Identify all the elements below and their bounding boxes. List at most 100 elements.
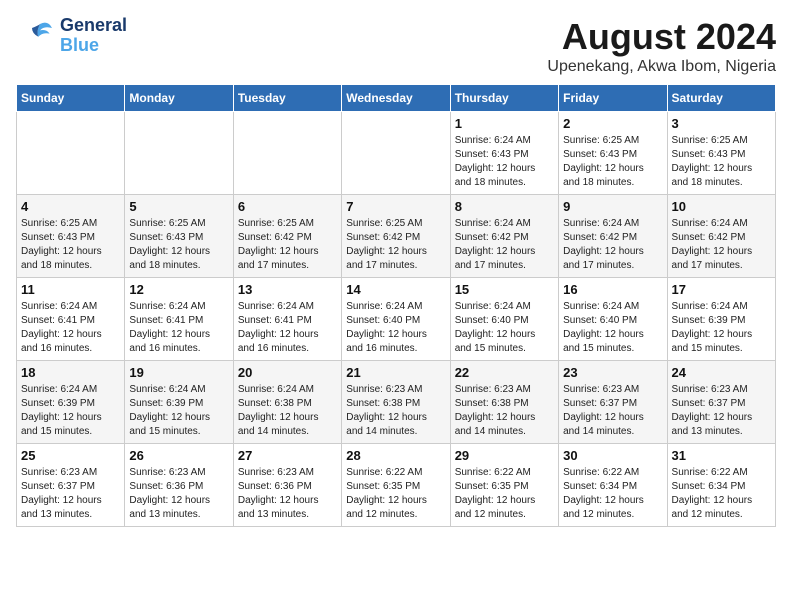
location-title: Upenekang, Akwa Ibom, Nigeria bbox=[547, 58, 776, 76]
calendar-cell: 26Sunrise: 6:23 AMSunset: 6:36 PMDayligh… bbox=[125, 444, 233, 527]
day-number: 1 bbox=[455, 116, 554, 131]
weekday-header-saturday: Saturday bbox=[667, 85, 775, 112]
day-info: Sunrise: 6:22 AMSunset: 6:35 PMDaylight:… bbox=[346, 466, 445, 522]
day-number: 15 bbox=[455, 282, 554, 297]
day-info: Sunrise: 6:24 AMSunset: 6:39 PMDaylight:… bbox=[129, 383, 228, 439]
day-info: Sunrise: 6:24 AMSunset: 6:41 PMDaylight:… bbox=[21, 300, 120, 356]
calendar-cell: 3 Sunrise: 6:25 AMSunset: 6:43 PMDaylight… bbox=[667, 112, 775, 195]
day-number: 14 bbox=[346, 282, 445, 297]
day-number: 7 bbox=[346, 199, 445, 214]
day-info: Sunrise: 6:24 AMSunset: 6:39 PMDaylight:… bbox=[21, 383, 120, 439]
day-info: Sunrise: 6:24 AMSunset: 6:40 PMDaylight:… bbox=[563, 300, 662, 356]
calendar: SundayMondayTuesdayWednesdayThursdayFrid… bbox=[16, 84, 776, 527]
day-number: 10 bbox=[672, 199, 771, 214]
day-number: 23 bbox=[563, 365, 662, 380]
weekday-header-wednesday: Wednesday bbox=[342, 85, 450, 112]
weekday-header-tuesday: Tuesday bbox=[233, 85, 341, 112]
calendar-cell bbox=[17, 112, 125, 195]
day-number: 9 bbox=[563, 199, 662, 214]
day-number: 3 bbox=[672, 116, 771, 131]
day-info: Sunrise: 6:25 AMSunset: 6:42 PMDaylight:… bbox=[238, 217, 337, 273]
day-info: Sunrise: 6:24 AMSunset: 6:40 PMDaylight:… bbox=[455, 300, 554, 356]
day-info: Sunrise: 6:25 AMSunset: 6:43 PMDaylight:… bbox=[563, 134, 662, 190]
day-number: 4 bbox=[21, 199, 120, 214]
calendar-cell bbox=[125, 112, 233, 195]
day-number: 28 bbox=[346, 448, 445, 463]
calendar-cell bbox=[342, 112, 450, 195]
day-number: 25 bbox=[21, 448, 120, 463]
day-number: 17 bbox=[672, 282, 771, 297]
day-number: 27 bbox=[238, 448, 337, 463]
day-number: 19 bbox=[129, 365, 228, 380]
day-number: 2 bbox=[563, 116, 662, 131]
calendar-cell: 7 Sunrise: 6:25 AMSunset: 6:42 PMDaylight… bbox=[342, 195, 450, 278]
weekday-header-monday: Monday bbox=[125, 85, 233, 112]
calendar-cell: 12 Sunrise: 6:24 AMSunset: 6:41 PMDayligh… bbox=[125, 278, 233, 361]
day-number: 31 bbox=[672, 448, 771, 463]
day-info: Sunrise: 6:24 AMSunset: 6:41 PMDaylight:… bbox=[238, 300, 337, 356]
month-title: August 2024 bbox=[547, 16, 776, 58]
day-info: Sunrise: 6:24 AMSunset: 6:41 PMDaylight:… bbox=[129, 300, 228, 356]
day-number: 20 bbox=[238, 365, 337, 380]
calendar-cell: 10 Sunrise: 6:24 AMSunset: 6:42 PMDayligh… bbox=[667, 195, 775, 278]
day-number: 8 bbox=[455, 199, 554, 214]
title-area: August 2024 Upenekang, Akwa Ibom, Nigeri… bbox=[547, 16, 776, 76]
calendar-week-row: 11 Sunrise: 6:24 AMSunset: 6:41 PMDayligh… bbox=[17, 278, 776, 361]
calendar-cell: 22Sunrise: 6:23 AMSunset: 6:38 PMDayligh… bbox=[450, 361, 558, 444]
logo: General Blue bbox=[16, 16, 127, 56]
logo-bird-icon bbox=[16, 16, 56, 56]
calendar-cell: 1 Sunrise: 6:24 AMSunset: 6:43 PMDaylight… bbox=[450, 112, 558, 195]
weekday-header-friday: Friday bbox=[559, 85, 667, 112]
calendar-cell: 31 Sunrise: 6:22 AMSunset: 6:34 PMDayligh… bbox=[667, 444, 775, 527]
day-number: 6 bbox=[238, 199, 337, 214]
day-info: Sunrise: 6:22 AMSunset: 6:34 PMDaylight:… bbox=[672, 466, 771, 522]
day-info: Sunrise: 6:24 AMSunset: 6:42 PMDaylight:… bbox=[672, 217, 771, 273]
day-info: Sunrise: 6:25 AMSunset: 6:43 PMDaylight:… bbox=[129, 217, 228, 273]
calendar-cell: 8Sunrise: 6:24 AMSunset: 6:42 PMDaylight… bbox=[450, 195, 558, 278]
calendar-cell: 19 Sunrise: 6:24 AMSunset: 6:39 PMDayligh… bbox=[125, 361, 233, 444]
calendar-cell: 15 Sunrise: 6:24 AMSunset: 6:40 PMDayligh… bbox=[450, 278, 558, 361]
logo-blue-text: Blue bbox=[60, 36, 127, 56]
calendar-cell: 24Sunrise: 6:23 AMSunset: 6:37 PMDayligh… bbox=[667, 361, 775, 444]
day-info: Sunrise: 6:23 AMSunset: 6:38 PMDaylight:… bbox=[346, 383, 445, 439]
day-info: Sunrise: 6:24 AMSunset: 6:40 PMDaylight:… bbox=[346, 300, 445, 356]
day-info: Sunrise: 6:25 AMSunset: 6:43 PMDaylight:… bbox=[672, 134, 771, 190]
day-number: 21 bbox=[346, 365, 445, 380]
day-number: 29 bbox=[455, 448, 554, 463]
calendar-cell: 13 Sunrise: 6:24 AMSunset: 6:41 PMDayligh… bbox=[233, 278, 341, 361]
calendar-week-row: 25Sunrise: 6:23 AMSunset: 6:37 PMDayligh… bbox=[17, 444, 776, 527]
calendar-cell: 9 Sunrise: 6:24 AMSunset: 6:42 PMDaylight… bbox=[559, 195, 667, 278]
calendar-cell: 16Sunrise: 6:24 AMSunset: 6:40 PMDayligh… bbox=[559, 278, 667, 361]
day-number: 5 bbox=[129, 199, 228, 214]
calendar-week-row: 18Sunrise: 6:24 AMSunset: 6:39 PMDayligh… bbox=[17, 361, 776, 444]
day-info: Sunrise: 6:25 AMSunset: 6:42 PMDaylight:… bbox=[346, 217, 445, 273]
calendar-week-row: 1 Sunrise: 6:24 AMSunset: 6:43 PMDaylight… bbox=[17, 112, 776, 195]
calendar-cell: 6 Sunrise: 6:25 AMSunset: 6:42 PMDaylight… bbox=[233, 195, 341, 278]
calendar-cell: 27 Sunrise: 6:23 AMSunset: 6:36 PMDayligh… bbox=[233, 444, 341, 527]
day-info: Sunrise: 6:24 AMSunset: 6:38 PMDaylight:… bbox=[238, 383, 337, 439]
day-number: 12 bbox=[129, 282, 228, 297]
calendar-cell: 20 Sunrise: 6:24 AMSunset: 6:38 PMDayligh… bbox=[233, 361, 341, 444]
calendar-cell: 21 Sunrise: 6:23 AMSunset: 6:38 PMDayligh… bbox=[342, 361, 450, 444]
day-number: 11 bbox=[21, 282, 120, 297]
logo-general-text: General bbox=[60, 16, 127, 36]
day-info: Sunrise: 6:24 AMSunset: 6:42 PMDaylight:… bbox=[563, 217, 662, 273]
day-number: 22 bbox=[455, 365, 554, 380]
calendar-cell: 17 Sunrise: 6:24 AMSunset: 6:39 PMDayligh… bbox=[667, 278, 775, 361]
day-info: Sunrise: 6:24 AMSunset: 6:39 PMDaylight:… bbox=[672, 300, 771, 356]
day-info: Sunrise: 6:23 AMSunset: 6:36 PMDaylight:… bbox=[129, 466, 228, 522]
calendar-cell: 28 Sunrise: 6:22 AMSunset: 6:35 PMDayligh… bbox=[342, 444, 450, 527]
header: General Blue August 2024 Upenekang, Akwa… bbox=[16, 16, 776, 76]
weekday-header-row: SundayMondayTuesdayWednesdayThursdayFrid… bbox=[17, 85, 776, 112]
day-number: 24 bbox=[672, 365, 771, 380]
day-info: Sunrise: 6:23 AMSunset: 6:36 PMDaylight:… bbox=[238, 466, 337, 522]
weekday-header-thursday: Thursday bbox=[450, 85, 558, 112]
day-info: Sunrise: 6:22 AMSunset: 6:34 PMDaylight:… bbox=[563, 466, 662, 522]
day-info: Sunrise: 6:23 AMSunset: 6:37 PMDaylight:… bbox=[563, 383, 662, 439]
day-number: 13 bbox=[238, 282, 337, 297]
calendar-cell: 18Sunrise: 6:24 AMSunset: 6:39 PMDayligh… bbox=[17, 361, 125, 444]
calendar-cell: 14 Sunrise: 6:24 AMSunset: 6:40 PMDayligh… bbox=[342, 278, 450, 361]
day-info: Sunrise: 6:24 AMSunset: 6:43 PMDaylight:… bbox=[455, 134, 554, 190]
calendar-cell: 23 Sunrise: 6:23 AMSunset: 6:37 PMDayligh… bbox=[559, 361, 667, 444]
calendar-cell bbox=[233, 112, 341, 195]
